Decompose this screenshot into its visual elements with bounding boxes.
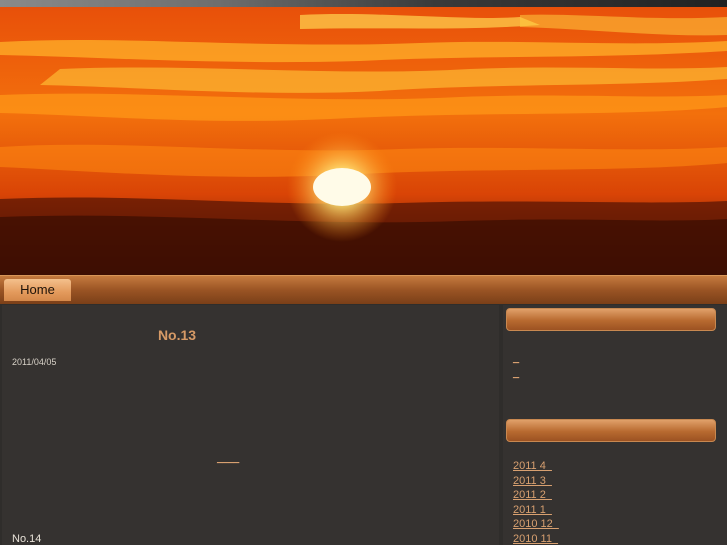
sidebar: _ _ 2011 4 2011 3 2011 2 2011 1 2010 12 … xyxy=(503,305,727,545)
archive-link-2011-4[interactable]: 2011 4 xyxy=(513,460,552,472)
sidebar-link-1[interactable]: _ xyxy=(513,352,519,364)
widget-header-archives xyxy=(506,419,716,442)
nav-bar: Home xyxy=(0,275,727,304)
main-content: No.13 2011/04/05 ____ No.14 xyxy=(2,305,499,545)
post-title[interactable]: No.13 xyxy=(2,327,352,343)
sidebar-link-2[interactable]: _ xyxy=(513,367,519,379)
archive-link-2011-2[interactable]: 2011 2 xyxy=(513,489,552,501)
archive-link-2010-11[interactable]: 2010 11 xyxy=(513,533,558,545)
page: Home No.13 2011/04/05 ____ No.14 _ _ 201… xyxy=(0,0,727,545)
post-date: 2011/04/05 xyxy=(12,357,57,367)
read-more-link[interactable]: ____ xyxy=(217,453,239,464)
nav-item-home[interactable]: Home xyxy=(4,279,71,301)
sunset-illustration xyxy=(0,7,727,275)
header-banner-image xyxy=(0,7,727,275)
top-bar xyxy=(0,0,727,7)
widget-header-1 xyxy=(506,308,716,331)
archive-link-2011-1[interactable]: 2011 1 xyxy=(513,504,552,516)
archive-link-2011-3[interactable]: 2011 3 xyxy=(513,475,552,487)
archive-link-2010-12[interactable]: 2010 12 xyxy=(513,518,559,530)
next-post-title[interactable]: No.14 xyxy=(12,533,41,545)
